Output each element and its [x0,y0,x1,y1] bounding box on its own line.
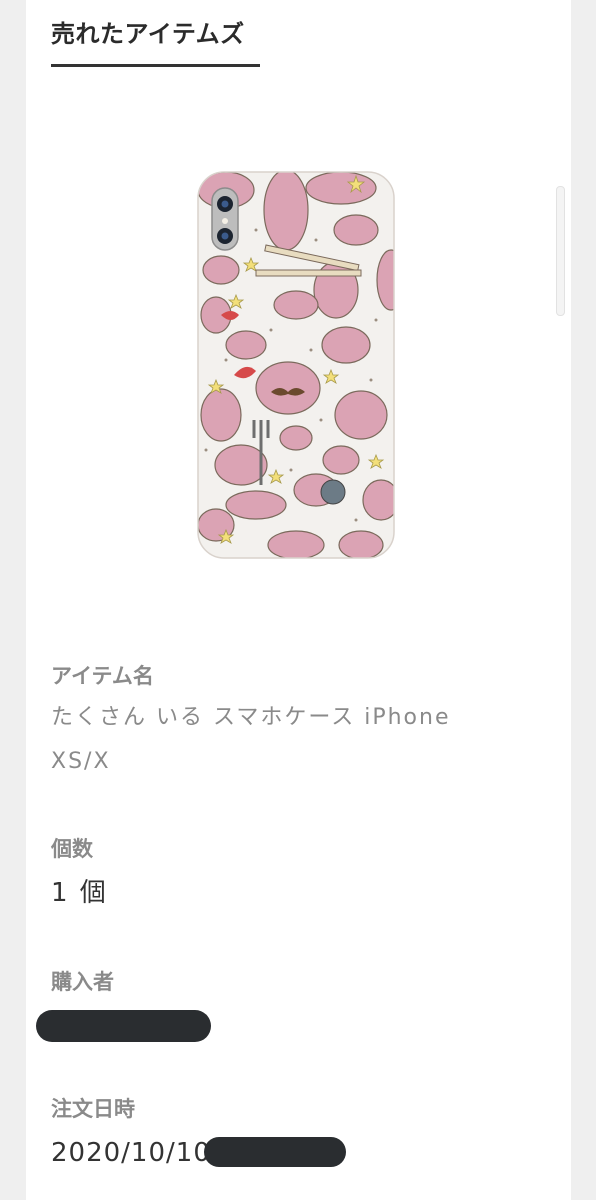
section-title: 売れたアイテムズ [51,20,245,48]
quantity-value: 1 個 [51,878,108,908]
item-name-label: アイテム名 [51,664,154,688]
buyer-redacted [36,1010,211,1042]
item-name-line2: XS/X [51,749,111,774]
order-date-value: 2020/10/10 [51,1138,211,1168]
item-name-line1: たくさん いる スマホケース iPhone [51,705,451,730]
order-time-redacted [204,1137,346,1167]
quantity-label: 個数 [51,837,93,861]
buyer-label: 購入者 [51,970,114,994]
scrollbar[interactable] [556,186,565,316]
sold-item-card: 売れたアイテムズ アイテム名 たくさん いる スマホケース iPhone XS/… [26,0,571,1200]
title-underline [51,64,260,67]
order-date-label: 注文日時 [51,1097,135,1121]
phone-case-image [197,171,395,559]
